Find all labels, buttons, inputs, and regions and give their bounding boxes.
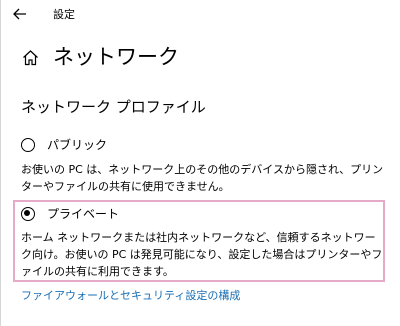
public-profile-radio[interactable]: パブリック bbox=[21, 137, 107, 153]
title-bar: 設定 bbox=[1, 0, 400, 30]
back-arrow-icon bbox=[13, 5, 27, 24]
window-title: 設定 bbox=[53, 8, 75, 21]
page-header: ネットワーク bbox=[21, 42, 179, 72]
back-button[interactable] bbox=[9, 4, 31, 24]
public-profile-description: お使いの PC は、ネットワーク上のその他のデバイスから隠され、プリンターやファ… bbox=[21, 163, 384, 193]
section-title: ネットワーク プロファイル bbox=[21, 98, 206, 116]
private-profile-radio[interactable]: プライベート bbox=[21, 206, 119, 222]
page-title: ネットワーク bbox=[53, 45, 179, 69]
settings-window: 設定 ネットワーク ネットワーク プロファイル パブリック お使いの PC は、… bbox=[0, 0, 400, 326]
public-profile-label: パブリック bbox=[47, 138, 108, 152]
radio-checked-icon[interactable] bbox=[21, 207, 35, 221]
radio-unchecked-icon[interactable] bbox=[21, 138, 35, 152]
firewall-settings-link[interactable]: ファイアウォールとセキュリティ設定の構成 bbox=[21, 288, 240, 304]
private-profile-label: プライベート bbox=[47, 207, 120, 221]
private-profile-description: ホーム ネットワークまたは社内ネットワークなど、信頼するネットワーク向け。お使い… bbox=[21, 231, 383, 278]
home-icon[interactable] bbox=[21, 48, 39, 66]
